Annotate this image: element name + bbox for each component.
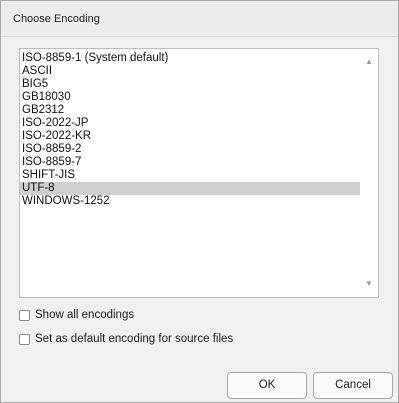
encoding-list-item[interactable]: ISO-8859-7 <box>20 156 377 169</box>
encoding-list-item[interactable]: ISO-2022-KR <box>20 130 377 143</box>
show-all-encodings-option[interactable]: Show all encodings <box>19 307 134 323</box>
encoding-list-item[interactable]: WINDOWS-1252 <box>20 195 377 208</box>
encoding-list-item[interactable]: ASCII <box>20 65 377 78</box>
scroll-up-icon[interactable]: ▲ <box>360 55 378 69</box>
dialog-title: Choose Encoding <box>13 13 100 25</box>
show-all-encodings-checkbox[interactable] <box>19 309 30 321</box>
encoding-list-item[interactable]: GB18030 <box>20 91 377 104</box>
encoding-list-item[interactable]: BIG5 <box>20 78 377 91</box>
show-all-encodings-label: Show all encodings <box>35 309 135 321</box>
listbox-scrollbar[interactable]: ▲ ▼ <box>360 49 378 297</box>
choose-encoding-dialog: Choose Encoding ISO-8859-1 (System defau… <box>0 0 399 403</box>
encoding-list-item[interactable]: ISO-2022-JP <box>20 117 377 130</box>
encoding-list-item[interactable]: GB2312 <box>20 104 377 117</box>
encoding-list-item[interactable]: ISO-8859-2 <box>20 143 377 156</box>
encoding-list[interactable]: ISO-8859-1 (System default) ASCII BIG5 GB18… <box>20 52 377 208</box>
scroll-down-icon[interactable]: ▼ <box>360 277 378 291</box>
encoding-listbox[interactable]: ISO-8859-1 (System default) ASCII BIG5 GB18… <box>19 48 379 298</box>
dialog-titlebar: Choose Encoding <box>1 1 398 37</box>
ok-button[interactable]: OK <box>227 372 307 399</box>
encoding-list-item[interactable]: ISO-8859-1 (System default) <box>20 52 377 65</box>
encoding-list-item[interactable]: UTF-8 <box>20 182 377 195</box>
set-default-encoding-checkbox[interactable] <box>19 333 30 345</box>
set-default-encoding-label: Set as default encoding for source files <box>35 333 234 345</box>
set-default-encoding-option[interactable]: Set as default encoding for source files <box>19 331 233 347</box>
cancel-button[interactable]: Cancel <box>313 372 393 399</box>
encoding-list-item[interactable]: SHIFT-JIS <box>20 169 377 182</box>
